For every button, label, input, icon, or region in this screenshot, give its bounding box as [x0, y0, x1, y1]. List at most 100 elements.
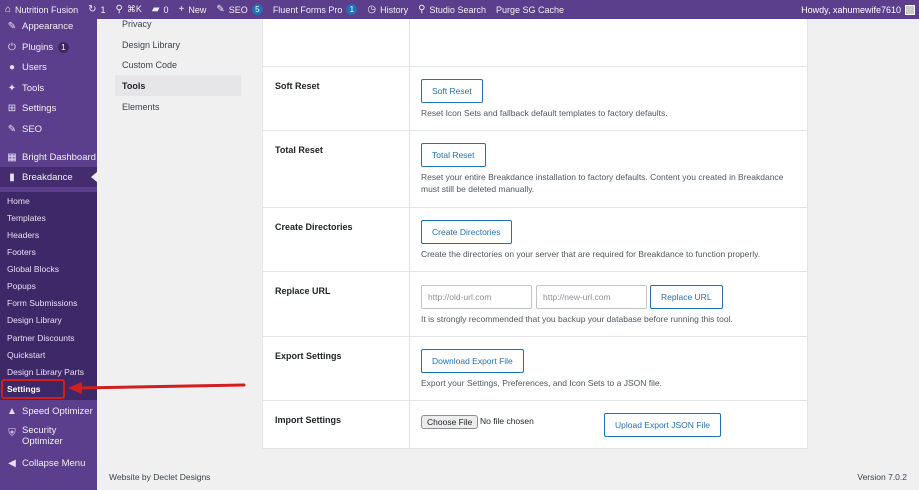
speed-icon: ▲ — [7, 405, 17, 417]
footer-credit: Website by Declet Designs — [109, 472, 211, 482]
new-url-input[interactable]: http://new-url.com — [536, 285, 647, 309]
total-reset-button[interactable]: Total Reset — [421, 143, 486, 167]
breakdance-icon: ▮ — [9, 171, 15, 183]
row-replace-url: Replace URL http://old-url.com http://ne… — [263, 271, 807, 336]
tools-panel: Soft Reset Soft Reset Reset Icon Sets an… — [262, 19, 808, 449]
search-icon: ⚲ — [418, 3, 426, 15]
submenu-footers[interactable]: Footers — [0, 243, 97, 260]
menu-seo[interactable]: ✎ SEO — [0, 119, 97, 139]
menu-security-optimizer[interactable]: ⛨ Security Optimizer — [0, 425, 97, 455]
nav-tools[interactable]: Tools — [115, 75, 241, 96]
history-link[interactable]: ◷ History — [362, 0, 413, 19]
menu-settings[interactable]: ⊞ Settings — [0, 98, 97, 118]
menu-users[interactable]: ● Users — [0, 57, 97, 77]
submenu-partner-discounts[interactable]: Partner Discounts — [0, 329, 97, 346]
updates-count: 1 — [100, 4, 106, 15]
submenu-templates[interactable]: Templates — [0, 209, 97, 226]
collapse-menu-button[interactable]: ◀ Collapse Menu — [0, 453, 97, 473]
menu-label: Bright Dashboard — [22, 151, 96, 163]
row-import-settings: Import Settings Choose File No file chos… — [263, 400, 807, 449]
plugins-count-badge: 1 — [58, 41, 69, 53]
studio-label: Studio Search — [429, 4, 486, 15]
nav-privacy[interactable]: Privacy — [115, 13, 241, 34]
studio-search-link[interactable]: ⚲ Studio Search — [413, 0, 491, 19]
settings-highlight-box — [1, 379, 65, 399]
column-divider — [409, 19, 410, 66]
row-label: Create Directories — [275, 222, 353, 232]
menu-tools[interactable]: ✦ Tools — [0, 78, 97, 98]
submenu-form-submissions[interactable]: Form Submissions — [0, 294, 97, 311]
menu-breakdance[interactable]: ▮ Breakdance — [0, 167, 97, 187]
row-description: It is strongly recommended that you back… — [421, 314, 733, 324]
row-description: Reset Icon Sets and fallback default tem… — [421, 108, 668, 118]
nav-design-library[interactable]: Design Library — [115, 34, 241, 55]
row-label: Soft Reset — [275, 81, 320, 91]
row-label: Replace URL — [275, 286, 331, 296]
row-label: Import Settings — [275, 415, 342, 425]
security-line-2: Optimizer — [22, 436, 63, 447]
menu-appearance[interactable]: ✎ Appearance — [0, 16, 97, 36]
fluent-label: Fluent Forms Pro — [272, 4, 343, 15]
red-arrow-icon — [68, 382, 246, 394]
site-name: Nutrition Fusion — [15, 4, 79, 15]
column-divider — [409, 67, 410, 130]
home-icon: ⌂ — [5, 3, 12, 15]
column-divider — [409, 272, 410, 336]
column-divider — [409, 337, 410, 400]
seo-badge: 5 — [251, 4, 263, 15]
menu-label: Tools — [22, 82, 45, 94]
menu-label: Speed Optimizer — [22, 405, 93, 417]
shield-icon: ⛨ — [8, 427, 16, 439]
fluent-forms-link[interactable]: Fluent Forms Pro 1 — [268, 0, 363, 19]
howdy-text: Howdy, xahumewife7610 — [801, 4, 901, 15]
submenu-global-blocks[interactable]: Global Blocks — [0, 260, 97, 277]
choose-file-button[interactable]: Choose File — [421, 415, 479, 429]
menu-plugins[interactable]: ⏻ Plugins 1 — [0, 37, 97, 57]
row-total-reset: Total Reset Total Reset Reset your entir… — [263, 130, 807, 207]
submenu-quickstart[interactable]: Quickstart — [0, 346, 97, 363]
collapse-icon: ◀ — [8, 457, 16, 469]
column-divider — [409, 131, 410, 207]
menu-bright-dashboard[interactable]: ▦ Bright Dashboard — [0, 147, 97, 167]
menu-label: Users — [22, 61, 47, 73]
nav-elements[interactable]: Elements — [115, 96, 241, 117]
purge-cache-link[interactable]: Purge SG Cache — [491, 0, 569, 19]
no-file-text: No file chosen — [480, 416, 534, 426]
create-directories-button[interactable]: Create Directories — [421, 220, 512, 244]
purge-label: Purge SG Cache — [495, 4, 565, 15]
nav-custom-code[interactable]: Custom Code — [115, 54, 241, 75]
account-menu[interactable]: Howdy, xahumewife7610 — [801, 4, 919, 15]
menu-speed-optimizer[interactable]: ▲ Speed Optimizer — [0, 401, 97, 421]
history-label: History — [380, 4, 409, 15]
menu-label: Collapse Menu — [22, 457, 86, 469]
menu-label: Breakdance — [22, 171, 73, 183]
submenu-popups[interactable]: Popups — [0, 277, 97, 294]
column-divider — [409, 401, 410, 449]
row-export-settings: Export Settings Download Export File Exp… — [263, 336, 807, 400]
admin-sidebar: ✎ Appearance ⏻ Plugins 1 ● Users ✦ Tools… — [0, 19, 97, 490]
row-soft-reset: Soft Reset Soft Reset Reset Icon Sets an… — [263, 66, 807, 130]
download-export-button[interactable]: Download Export File — [421, 349, 524, 373]
submenu-home[interactable]: Home — [0, 192, 97, 209]
old-url-input[interactable]: http://old-url.com — [421, 285, 532, 309]
settings-icon: ⊞ — [7, 102, 17, 114]
row-description: Export your Settings, Preferences, and I… — [421, 378, 662, 388]
soft-reset-button[interactable]: Soft Reset — [421, 79, 483, 103]
row-label: Export Settings — [275, 351, 342, 361]
menu-label: Plugins — [22, 41, 54, 53]
column-divider — [409, 208, 410, 271]
dashboard-icon: ▦ — [7, 151, 17, 163]
row-description: Reset your entire Breakdance installatio… — [421, 172, 784, 194]
submenu-design-library[interactable]: Design Library — [0, 311, 97, 328]
submenu-headers[interactable]: Headers — [0, 226, 97, 243]
replace-url-button[interactable]: Replace URL — [650, 285, 723, 309]
fluent-badge: 1 — [346, 4, 358, 15]
row-description: Create the directories on your server th… — [421, 249, 761, 259]
top-row — [263, 19, 807, 66]
row-create-directories: Create Directories Create Directories Cr… — [263, 207, 807, 271]
avatar — [905, 4, 915, 15]
upload-export-button[interactable]: Upload Export JSON File — [604, 413, 721, 437]
plugin-icon: ⏻ — [8, 41, 16, 53]
wrench-icon: ✦ — [7, 82, 17, 94]
brush-icon: ✎ — [7, 20, 17, 32]
